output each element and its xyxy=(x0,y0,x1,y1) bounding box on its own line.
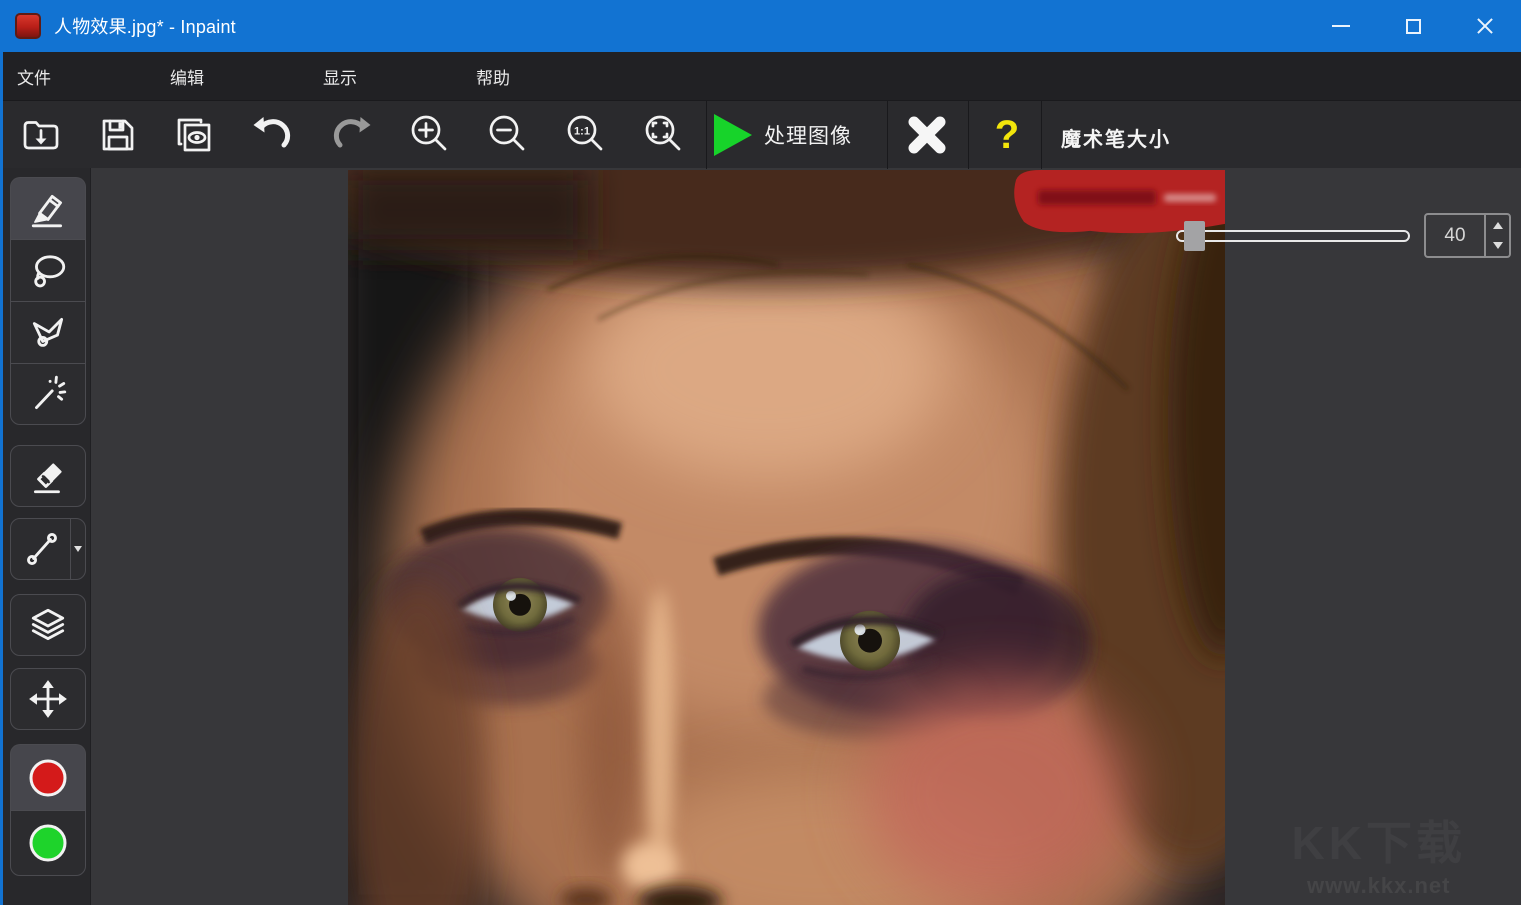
toolbar-separator xyxy=(887,101,888,169)
close-icon xyxy=(1476,17,1494,35)
toolbar-separator xyxy=(968,101,969,169)
undo-button[interactable] xyxy=(247,110,297,160)
zoom-in-button[interactable] xyxy=(405,110,455,160)
menu-file[interactable]: 文件 xyxy=(5,54,63,99)
tool-magic-wand[interactable] xyxy=(10,363,86,425)
magic-pen-size-slider[interactable] xyxy=(1176,230,1410,242)
compare-eye-icon xyxy=(171,113,217,157)
chevron-down-icon xyxy=(74,546,82,552)
white-x-icon xyxy=(904,112,950,158)
tool-lasso[interactable] xyxy=(10,239,86,301)
workspace: KK下载 www.kkx.net xyxy=(92,169,1521,905)
spin-up-icon xyxy=(1493,222,1503,229)
redo-arrow-icon xyxy=(329,113,375,157)
svg-text:1:1: 1:1 xyxy=(574,126,590,138)
move-arrows-icon xyxy=(27,678,69,720)
maximize-button[interactable] xyxy=(1377,0,1449,52)
close-button[interactable] xyxy=(1449,0,1521,52)
marker-pen-icon xyxy=(27,188,69,230)
cancel-button[interactable] xyxy=(902,110,952,160)
titlebar: 人物效果.jpg* - Inpaint xyxy=(0,0,1521,52)
zoom-out-button[interactable] xyxy=(483,110,533,160)
window-title: 人物效果.jpg* - Inpaint xyxy=(54,13,236,39)
slider-thumb[interactable] xyxy=(1184,221,1205,251)
minimize-icon xyxy=(1332,25,1350,27)
menu-edit[interactable]: 编辑 xyxy=(158,54,216,99)
zoom-actual-button[interactable]: 1:1 xyxy=(561,110,611,160)
tool-green-mask[interactable] xyxy=(10,810,86,876)
portrait-photo xyxy=(348,170,1225,905)
toolbar: 1:1 处理图像 ? xyxy=(0,100,1521,168)
site-watermark: KK下载 www.kkx.net xyxy=(1292,807,1466,899)
maximize-icon xyxy=(1406,19,1421,34)
toolbar-separator xyxy=(1041,101,1042,169)
magnifier-fit-icon xyxy=(641,112,687,158)
open-button[interactable] xyxy=(16,110,66,160)
spin-down-icon xyxy=(1493,242,1503,249)
save-floppy-icon xyxy=(96,113,140,157)
yellow-question-icon: ? xyxy=(995,115,1019,155)
inpaint-window: 人物效果.jpg* - Inpaint 文件 编辑 显示 帮助 xyxy=(0,0,1521,905)
green-play-icon xyxy=(714,114,752,156)
process-image-button[interactable]: 处理图像 xyxy=(714,107,852,163)
magnifier-1-1-icon: 1:1 xyxy=(563,112,609,158)
line-tool-icon xyxy=(21,528,63,570)
tool-eraser[interactable] xyxy=(10,445,86,507)
magic-wand-icon xyxy=(27,373,69,415)
minimize-button[interactable] xyxy=(1305,0,1377,52)
magic-pen-size-label: 魔术笔大小 xyxy=(1061,123,1171,152)
tool-sidebar xyxy=(0,168,91,905)
green-circle-icon xyxy=(26,821,70,865)
eraser-icon xyxy=(27,455,69,497)
process-image-label: 处理图像 xyxy=(764,120,852,150)
spin-down-button[interactable] xyxy=(1486,236,1509,257)
line-tool-dropdown[interactable] xyxy=(70,519,85,579)
tool-marker-pen[interactable] xyxy=(10,177,86,239)
save-button[interactable] xyxy=(93,110,143,160)
layers-icon xyxy=(27,604,69,646)
tool-layers[interactable] xyxy=(10,594,86,656)
magnifier-plus-icon xyxy=(407,112,453,158)
redo-button[interactable] xyxy=(327,110,377,160)
tool-line[interactable] xyxy=(10,518,86,580)
toolbar-separator xyxy=(706,101,707,169)
magnifier-minus-icon xyxy=(485,112,531,158)
folder-open-icon xyxy=(19,113,63,157)
site-watermark-brand: KK下载 xyxy=(1292,807,1466,873)
polygon-lasso-icon xyxy=(27,312,69,354)
red-circle-icon xyxy=(26,756,70,800)
spinner xyxy=(1485,213,1511,258)
spin-up-button[interactable] xyxy=(1486,215,1509,236)
tool-move[interactable] xyxy=(10,668,86,730)
magic-pen-size-input[interactable]: 40 xyxy=(1424,213,1486,258)
lasso-icon xyxy=(27,250,69,292)
window-controls xyxy=(1305,0,1521,52)
app-icon xyxy=(15,13,41,39)
menubar: 文件 编辑 显示 帮助 xyxy=(0,52,1521,100)
window-left-border xyxy=(0,0,3,905)
preview-compare-button[interactable] xyxy=(169,110,219,160)
menu-view[interactable]: 显示 xyxy=(311,54,369,99)
undo-arrow-icon xyxy=(249,113,295,157)
canvas-image[interactable] xyxy=(348,170,1225,905)
tool-polygon-lasso[interactable] xyxy=(10,301,86,363)
help-button[interactable]: ? xyxy=(982,110,1032,160)
zoom-fit-button[interactable] xyxy=(639,110,689,160)
tool-red-mask[interactable] xyxy=(10,744,86,810)
site-watermark-url: www.kkx.net xyxy=(1292,873,1466,899)
menu-help[interactable]: 帮助 xyxy=(464,54,522,99)
